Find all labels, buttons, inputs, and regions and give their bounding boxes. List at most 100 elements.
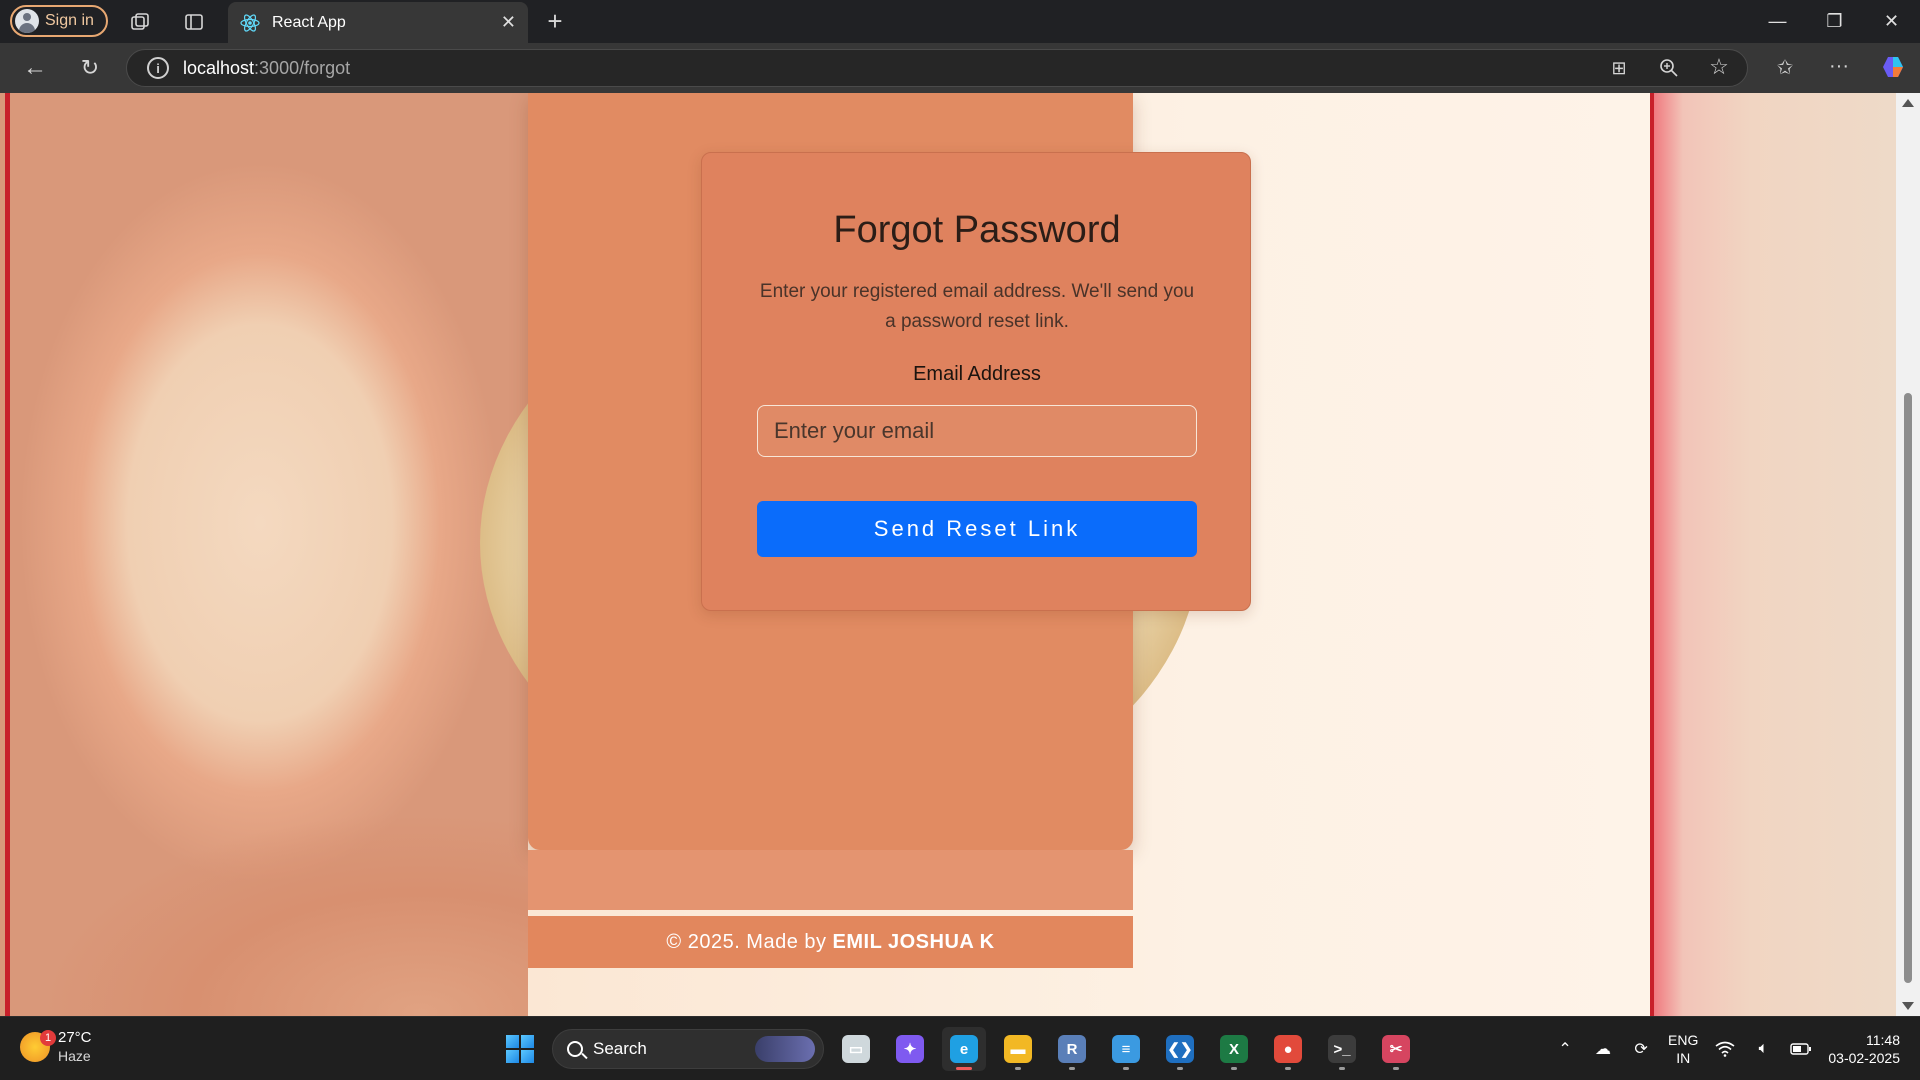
onedrive-icon[interactable]: ☁ [1592,1038,1614,1060]
signin-label: Sign in [45,12,94,29]
send-reset-link-button[interactable]: Send Reset Link [757,501,1197,557]
chevron-up-icon[interactable]: ⌃ [1554,1038,1576,1060]
excel-icon: X [1220,1035,1248,1063]
favorite-star-icon[interactable]: ☆ [1707,54,1731,79]
windows-taskbar: 1 27°C Haze Search ▭ ✦ e ▬ R ≡ ❮❯ X ● >_ ✂ ⌃ ☁ ⟳ E… [0,1016,1920,1080]
profile-avatar-icon [15,9,39,33]
tab-react-app[interactable]: React App ✕ [228,2,528,43]
browser-toolbar: ← ↻ i localhost:3000/forgot ⊞ ☆ ✩ ··· [0,43,1920,93]
pinned-apps: ▭ ✦ e ▬ R ≡ ❮❯ X ● >_ ✂ [834,1027,1418,1071]
clock-time: 11:48 [1866,1032,1900,1048]
taskbar-app-task-view[interactable]: ▭ [834,1027,878,1071]
edge-icon: e [950,1035,978,1063]
running-indicator [956,1067,972,1070]
more-options-icon[interactable]: ··· [1826,53,1852,79]
weather-temperature: 27°C [58,1029,92,1046]
taskbar-app-file-explorer[interactable]: ▬ [996,1027,1040,1071]
minimize-icon[interactable]: — [1749,0,1806,43]
running-indicator [1285,1067,1291,1070]
vscode-icon: ❮❯ [1166,1035,1194,1063]
sync-icon[interactable]: ⟳ [1630,1038,1652,1060]
vertical-tabs-icon[interactable] [182,10,206,34]
workspaces-icon[interactable] [128,10,152,34]
zoom-icon[interactable] [1657,56,1681,80]
running-indicator [1069,1067,1075,1070]
url-path: :3000/forgot [254,57,351,78]
window-close-icon[interactable]: ✕ [1863,0,1920,43]
weather-sun-icon: 1 [20,1030,56,1062]
snipping-tool-icon: ✂ [1382,1035,1410,1063]
back-arrow-icon[interactable]: ← [22,54,48,81]
window-controls: — ❐ ✕ [1749,0,1920,43]
scroll-down-arrow-icon[interactable] [1902,1002,1914,1010]
favorites-list-icon[interactable]: ✩ [1773,55,1797,79]
site-info-icon[interactable]: i [147,57,169,79]
url-text: localhost:3000/forgot [183,58,350,79]
taskbar-app-chrome[interactable]: ● [1266,1027,1310,1071]
email-field[interactable] [757,405,1197,457]
taskbar-app-edge[interactable]: e [942,1027,986,1071]
weather-widget[interactable]: 1 27°C Haze [20,1029,92,1065]
scrollbar-thumb[interactable] [1904,393,1912,983]
file-explorer-icon: ▬ [1004,1035,1032,1063]
clock-date: 03-02-2025 [1828,1050,1900,1066]
search-highlight-icon [755,1036,815,1062]
content-column-lower [528,850,1133,910]
background-right-panel [1654,93,1896,1016]
running-indicator [1231,1067,1237,1070]
background-edge-left [5,93,10,1016]
taskbar-apps: Search ▭ ✦ e ▬ R ≡ ❮❯ X ● >_ ✂ [498,1027,1418,1071]
restore-icon[interactable]: ❐ [1806,0,1863,43]
taskbar-app-vscode[interactable]: ❮❯ [1158,1027,1202,1071]
taskbar-app-notepad[interactable]: ≡ [1104,1027,1148,1071]
profile-signin-button[interactable]: Sign in [10,5,108,37]
page-scrollbar[interactable] [1896,93,1920,1016]
taskbar-app-terminal[interactable]: >_ [1320,1027,1364,1071]
taskbar-app-snipping-tool[interactable]: ✂ [1374,1027,1418,1071]
running-indicator [1177,1067,1183,1070]
running-indicator [1015,1067,1021,1070]
page-title: Forgot Password [833,209,1121,251]
footer-prefix: © 2025. Made by [666,930,827,953]
running-indicator [1393,1067,1399,1070]
footer-author: EMIL JOSHUA K [832,930,995,953]
taskbar-app-excel[interactable]: X [1212,1027,1256,1071]
email-label: Email Address [913,363,1041,385]
region-code: IN [1676,1050,1691,1066]
system-tray: ⌃ ☁ ⟳ ENG IN 🔈︎ 11:48 03-02-2025 [1554,1025,1900,1073]
volume-icon[interactable]: 🔈︎ [1752,1038,1774,1060]
wifi-icon[interactable] [1714,1038,1736,1060]
new-tab-icon[interactable]: + [542,6,568,36]
taskbar-app-r-app[interactable]: R [1050,1027,1094,1071]
address-bar[interactable]: i localhost:3000/forgot [126,49,1748,87]
browser-titlebar: Sign in React App ✕ + — ❐ ✕ [0,0,1920,43]
taskbar-search[interactable]: Search [552,1029,824,1069]
background-photo-shadow [0,653,540,1016]
language-code: ENG [1668,1032,1699,1048]
scroll-up-arrow-icon[interactable] [1902,99,1914,107]
close-tab-icon[interactable]: ✕ [501,12,516,33]
taskbar-search-label: Search [593,1039,647,1058]
notepad-icon: ≡ [1112,1035,1140,1063]
terminal-icon: >_ [1328,1035,1356,1063]
taskbar-app-copilot[interactable]: ✦ [888,1027,932,1071]
page-description: Enter your registered email address. We'… [759,281,1195,332]
chrome-icon: ● [1274,1035,1302,1063]
app-available-icon[interactable]: ⊞ [1607,56,1631,80]
copilot-browser-icon[interactable] [1879,53,1907,81]
windows-start-icon[interactable] [498,1027,542,1071]
page-footer: © 2025. Made by EMIL JOSHUA K [528,916,1133,968]
language-indicator[interactable]: ENG IN [1668,1031,1698,1067]
weather-badge: 1 [40,1030,56,1046]
react-favicon-icon [240,13,260,32]
url-host: localhost [183,57,255,78]
taskbar-clock[interactable]: 11:48 03-02-2025 [1828,1031,1900,1067]
battery-icon[interactable] [1790,1038,1812,1060]
copilot-icon: ✦ [896,1035,924,1063]
r-app-icon: R [1058,1035,1086,1063]
tab-title: React App [272,13,346,31]
search-icon [567,1041,583,1057]
task-view-icon: ▭ [842,1035,870,1063]
forgot-password-card: Forgot Password Enter your registered em… [701,152,1251,611]
refresh-icon[interactable]: ↻ [77,55,103,80]
